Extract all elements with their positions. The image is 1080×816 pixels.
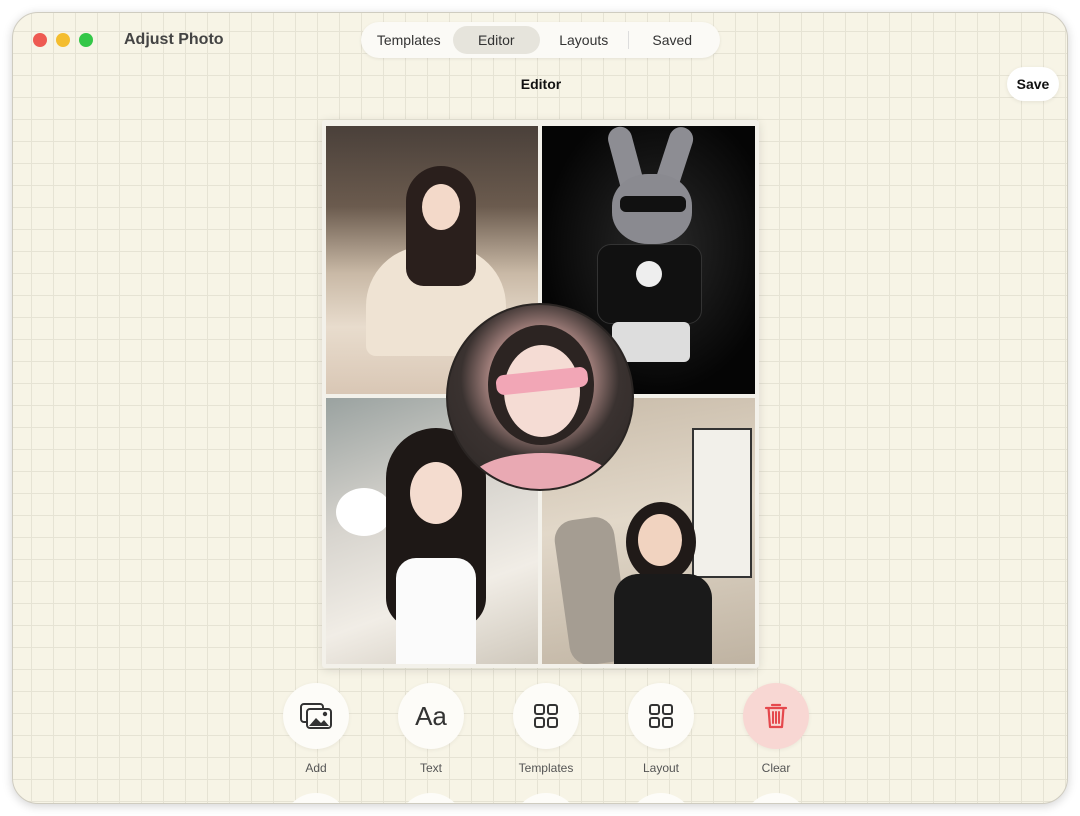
- layout-button-circle[interactable]: [628, 683, 694, 749]
- photo-figure: [410, 462, 462, 524]
- photo-figure: [614, 574, 712, 664]
- photo-add-icon: [300, 703, 332, 729]
- templates-label: Templates: [518, 761, 574, 775]
- tab-layouts[interactable]: Layouts: [540, 26, 628, 54]
- grid-icon: [534, 704, 558, 728]
- second-toolbar-row: [281, 793, 811, 803]
- page-title: Editor: [520, 76, 562, 92]
- templates-button[interactable]: Templates: [511, 683, 581, 775]
- tab-editor[interactable]: Editor: [452, 26, 540, 54]
- photo-figure: [336, 488, 392, 536]
- trash-icon: [764, 703, 788, 729]
- collage-canvas[interactable]: [322, 120, 759, 668]
- add-photo-button[interactable]: Add: [281, 683, 351, 775]
- view-switcher: Templates Editor Layouts Saved: [361, 22, 720, 58]
- add-label: Add: [305, 761, 327, 775]
- app-window: Adjust Photo Templates Editor Layouts Sa…: [12, 12, 1068, 804]
- text-icon: Aa: [415, 700, 447, 731]
- editor-toolbar: Add Aa Text Templates Layout Clear: [281, 683, 811, 775]
- toolbar-button-partial[interactable]: [628, 793, 694, 803]
- app-title: Adjust Photo: [124, 31, 224, 48]
- text-button[interactable]: Aa Text: [396, 683, 466, 775]
- toolbar-button-partial[interactable]: [283, 793, 349, 803]
- zoom-window-button[interactable]: [79, 33, 93, 47]
- layout-button[interactable]: Layout: [626, 683, 696, 775]
- photo-figure: [468, 453, 616, 489]
- window-controls: [33, 33, 93, 47]
- photo-figure: [692, 428, 752, 578]
- clear-button-circle[interactable]: [743, 683, 809, 749]
- tab-templates[interactable]: Templates: [365, 26, 453, 54]
- photo-figure: [636, 261, 662, 287]
- tab-saved[interactable]: Saved: [629, 26, 717, 54]
- toolbar-button-partial[interactable]: [398, 793, 464, 803]
- add-photo-button-circle[interactable]: [283, 683, 349, 749]
- toolbar-button-partial[interactable]: [743, 793, 809, 803]
- layout-label: Layout: [642, 761, 680, 775]
- save-button[interactable]: Save: [1007, 67, 1059, 101]
- photo-figure: [422, 184, 460, 230]
- templates-button-circle[interactable]: [513, 683, 579, 749]
- clear-label: Clear: [761, 761, 791, 775]
- minimize-window-button[interactable]: [56, 33, 70, 47]
- text-label: Text: [419, 761, 442, 775]
- photo-figure: [396, 558, 476, 664]
- collage-photo-center-circle[interactable]: [446, 303, 634, 491]
- photo-figure: [638, 514, 682, 566]
- clear-button[interactable]: Clear: [741, 683, 811, 775]
- text-button-circle[interactable]: Aa: [398, 683, 464, 749]
- photo-figure: [620, 196, 686, 212]
- close-window-button[interactable]: [33, 33, 47, 47]
- grid-icon: [649, 704, 673, 728]
- toolbar-button-partial[interactable]: [513, 793, 579, 803]
